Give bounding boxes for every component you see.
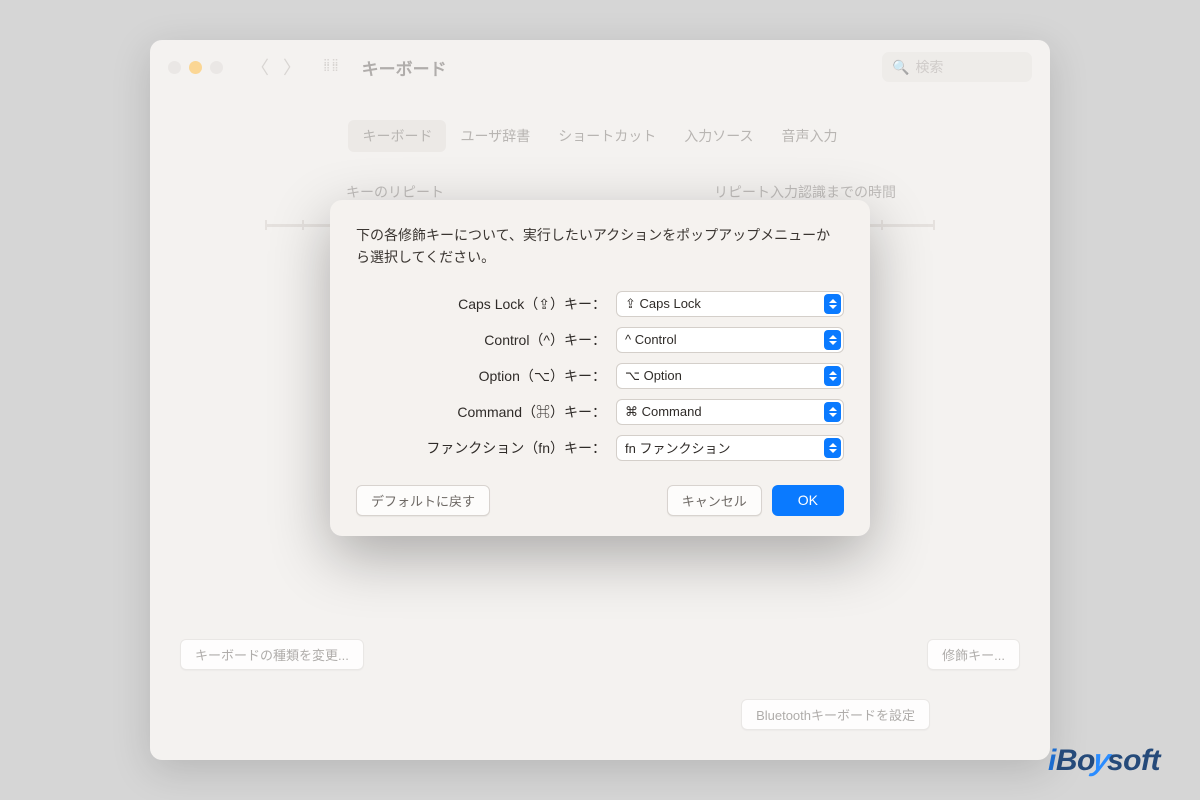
row-option: Option（⌥）キー： ⌥ Option: [356, 363, 844, 389]
control-select[interactable]: ^ Control: [616, 327, 844, 353]
capslock-select[interactable]: ⇪ Caps Lock: [616, 291, 844, 317]
row-command: Command（⌘）キー： ⌘ Command: [356, 399, 844, 425]
row-function: ファンクション（fn）キー： fn ファンクション: [356, 435, 844, 461]
command-select[interactable]: ⌘ Command: [616, 399, 844, 425]
option-value: ⌥ Option: [625, 368, 682, 384]
capslock-value: ⇪ Caps Lock: [625, 296, 701, 312]
watermark-logo: iBoysoft: [1048, 744, 1160, 778]
restore-defaults-button[interactable]: デフォルトに戻す: [356, 485, 490, 516]
modifier-keys-dialog: 下の各修飾キーについて、実行したいアクションをポップアップメニューから選択してく…: [330, 200, 870, 536]
chevron-updown-icon: [824, 294, 841, 314]
capslock-label: Caps Lock（⇪）キー：: [356, 294, 606, 314]
dialog-footer: デフォルトに戻す キャンセル OK: [356, 485, 844, 516]
control-value: ^ Control: [625, 332, 677, 347]
chevron-updown-icon: [824, 330, 841, 350]
option-label: Option（⌥）キー：: [356, 366, 606, 386]
row-capslock: Caps Lock（⇪）キー： ⇪ Caps Lock: [356, 291, 844, 317]
modal-overlay: 下の各修飾キーについて、実行したいアクションをポップアップメニューから選択してく…: [150, 40, 1050, 760]
cancel-button[interactable]: キャンセル: [667, 485, 762, 516]
ok-button[interactable]: OK: [772, 485, 844, 516]
function-select[interactable]: fn ファンクション: [616, 435, 844, 461]
chevron-updown-icon: [824, 438, 841, 458]
function-value: fn ファンクション: [625, 438, 730, 457]
function-label: ファンクション（fn）キー：: [356, 438, 606, 458]
chevron-updown-icon: [824, 366, 841, 386]
control-label: Control（^）キー：: [356, 330, 606, 350]
command-value: ⌘ Command: [625, 404, 702, 420]
dialog-instruction: 下の各修飾キーについて、実行したいアクションをポップアップメニューから選択してく…: [356, 224, 844, 269]
option-select[interactable]: ⌥ Option: [616, 363, 844, 389]
preferences-window: 〈 〉 ⠿⠿⠿⠿ キーボード 🔍 検索 キーボード ユーザ辞書 ショートカット …: [150, 40, 1050, 760]
command-label: Command（⌘）キー：: [356, 402, 606, 422]
chevron-updown-icon: [824, 402, 841, 422]
row-control: Control（^）キー： ^ Control: [356, 327, 844, 353]
